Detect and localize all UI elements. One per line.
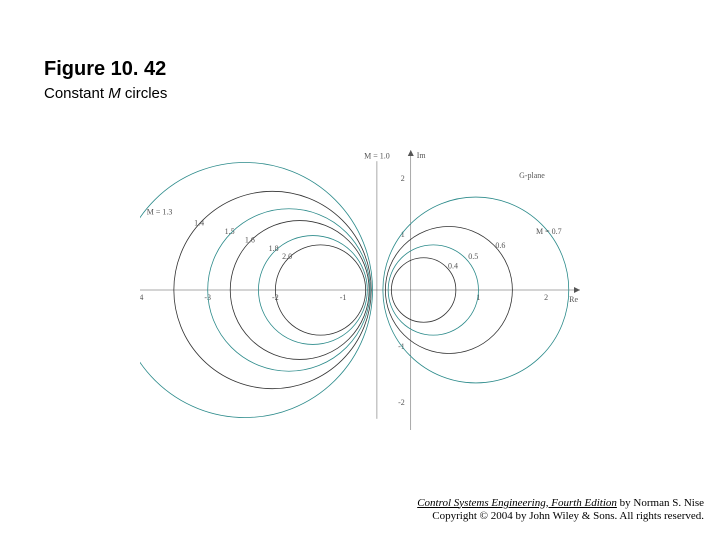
svg-text:-4: -4	[140, 293, 143, 302]
svg-text:M = 1.0: M = 1.0	[364, 151, 390, 160]
svg-text:Re: Re	[569, 295, 578, 304]
figure-number: Figure 10. 42	[44, 58, 167, 81]
svg-text:1.4: 1.4	[194, 219, 204, 228]
figure-subtitle: Constant M circles	[44, 85, 167, 102]
svg-text:2: 2	[401, 174, 405, 183]
svg-text:1.5: 1.5	[225, 227, 235, 236]
svg-text:0.4: 0.4	[448, 262, 458, 271]
svg-text:0.6: 0.6	[495, 241, 505, 250]
footer-author: by Norman S. Nise	[617, 497, 704, 509]
constant-m-circles-chart: -4-3-2-112-2-112ReImG-planeM = 1.0M = 1.…	[140, 150, 580, 430]
footer-line2: Copyright © 2004 by John Wiley & Sons. A…	[417, 510, 704, 524]
svg-text:0.5: 0.5	[468, 252, 478, 261]
copyright-footer: Control Systems Engineering, Fourth Edit…	[417, 497, 704, 525]
svg-text:Im: Im	[417, 151, 427, 160]
svg-text:M = 0.7: M = 0.7	[536, 227, 562, 236]
subtitle-pre: Constant	[44, 85, 108, 102]
svg-text:G-plane: G-plane	[519, 171, 545, 180]
svg-text:M = 1.3: M = 1.3	[147, 207, 173, 216]
svg-text:1.8: 1.8	[269, 244, 279, 253]
chart-svg: -4-3-2-112-2-112ReImG-planeM = 1.0M = 1.…	[140, 150, 580, 430]
svg-text:2: 2	[544, 293, 548, 302]
svg-text:-1: -1	[398, 342, 405, 351]
figure-heading: Figure 10. 42 Constant M circles	[44, 58, 167, 102]
svg-text:2.0: 2.0	[282, 252, 292, 261]
footer-book-title: Control Systems Engineering, Fourth Edit…	[417, 497, 617, 509]
footer-line1: Control Systems Engineering, Fourth Edit…	[417, 497, 704, 511]
svg-text:1.6: 1.6	[245, 235, 255, 244]
svg-text:-1: -1	[340, 293, 347, 302]
svg-text:-2: -2	[398, 398, 405, 407]
subtitle-ital: M	[108, 85, 121, 102]
subtitle-post: circles	[121, 85, 168, 102]
